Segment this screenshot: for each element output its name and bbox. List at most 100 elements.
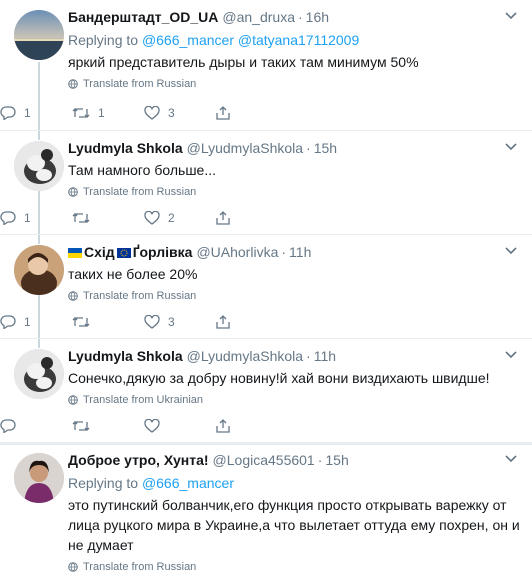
reply-icon [0, 315, 16, 329]
tweet-header: Схід Ґорлівка @UAhorlivka · 11h [68, 243, 520, 262]
retweet-button[interactable] [72, 211, 144, 225]
separator-dot: · [281, 244, 287, 260]
timestamp[interactable]: 11h [314, 347, 336, 366]
like-button[interactable] [144, 419, 216, 433]
share-button[interactable] [216, 106, 288, 120]
reply-button[interactable]: 1 [0, 106, 72, 120]
translate-link[interactable]: Translate from Russian [68, 186, 520, 198]
tweet[interactable]: Lyudmyla Shkola @LyudmylaShkola · 11h Со… [0, 339, 532, 439]
translate-label: Translate from Russian [83, 186, 197, 198]
display-name[interactable]: Lyudmyla Shkola [68, 139, 183, 158]
like-icon [144, 419, 160, 433]
display-name[interactable]: Lyudmyla Shkola [68, 347, 183, 366]
share-icon [216, 419, 230, 433]
translate-link[interactable]: Translate from Russian [68, 290, 520, 302]
user-handle[interactable]: @LyudmylaShkola [187, 347, 303, 366]
tweet[interactable]: Доброе утро, Хунта! @Logica455601 · 15h … [0, 445, 532, 573]
avatar[interactable] [14, 453, 64, 503]
like-count: 3 [168, 315, 175, 329]
tweet-text: Сонечко,дякую за добру новину!й хай вони… [68, 370, 490, 386]
separator-dot: · [297, 9, 303, 25]
user-handle[interactable]: @LyudmylaShkola [187, 139, 303, 158]
reply-count: 1 [24, 211, 31, 225]
avatar[interactable] [14, 10, 64, 60]
like-button[interactable]: 2 [144, 211, 216, 225]
timestamp[interactable]: 15h [325, 451, 348, 470]
tweet-text: яркий представитель дыры и таких там мин… [68, 54, 419, 70]
retweet-button[interactable] [72, 419, 144, 433]
avatar[interactable] [14, 349, 64, 399]
mention-link[interactable]: @666_mancer [142, 475, 234, 491]
tweet[interactable]: Lyudmyla Shkola @LyudmylaShkola · 15h Та… [0, 131, 532, 231]
retweet-icon [72, 108, 90, 118]
separator-dot: · [317, 452, 323, 468]
display-name[interactable]: Доброе утро, Хунта! [68, 451, 209, 470]
tweet[interactable]: Бандерштадт_OD_UA @an_druxa · 16h Replyi… [0, 0, 532, 130]
share-button[interactable] [216, 315, 288, 329]
like-count: 2 [168, 211, 175, 225]
share-button[interactable] [216, 419, 288, 433]
translate-link[interactable]: Translate from Ukrainian [68, 394, 520, 406]
tweet-text: таких не более 20% [68, 266, 198, 282]
translate-link[interactable]: Translate from Russian [68, 78, 520, 90]
ukraine-flag-icon [68, 247, 82, 258]
globe-icon [68, 187, 78, 197]
display-name[interactable]: Бандерштадт_OD_UA [68, 8, 218, 27]
globe-icon [68, 562, 78, 572]
display-name-part[interactable]: Ґорлівка [133, 243, 193, 262]
eu-flag-icon [116, 247, 131, 258]
like-button[interactable]: 3 [144, 106, 216, 120]
translate-label: Translate from Ukrainian [83, 394, 204, 406]
replying-to: Replying to @666_mancer [68, 474, 520, 493]
share-icon [216, 211, 230, 225]
like-icon [144, 315, 160, 329]
tweet-text: Там намного больше... [68, 162, 217, 178]
tweet-actions [0, 419, 520, 433]
retweet-icon [72, 213, 90, 223]
user-handle[interactable]: @an_druxa [222, 8, 295, 27]
share-button[interactable] [216, 211, 288, 225]
tweet[interactable]: Схід Ґорлівка @UAhorlivka · 11h таких не… [0, 235, 532, 335]
avatar[interactable] [14, 141, 64, 191]
globe-icon [68, 395, 78, 405]
timestamp[interactable]: 15h [314, 139, 337, 158]
avatar[interactable] [14, 245, 64, 295]
globe-icon [68, 291, 78, 301]
tweet-actions: 1 1 3 [0, 106, 520, 120]
timestamp[interactable]: 16h [306, 8, 329, 27]
share-icon [216, 315, 230, 329]
timestamp[interactable]: 11h [289, 243, 311, 262]
user-handle[interactable]: @Logica455601 [213, 451, 315, 470]
replying-to: Replying to @666_mancer @tatyana17112009 [68, 31, 520, 50]
separator-dot: · [306, 140, 311, 156]
tweet-actions: 1 2 [0, 211, 520, 225]
reply-icon [0, 211, 16, 225]
mention-link[interactable]: @666_mancer @tatyana17112009 [142, 32, 359, 48]
like-button[interactable]: 3 [144, 315, 216, 329]
reply-button[interactable] [0, 419, 72, 433]
reply-button[interactable]: 1 [0, 315, 72, 329]
reply-icon [0, 419, 16, 433]
chevron-down-icon[interactable] [504, 453, 518, 463]
replying-prefix: Replying to [68, 32, 139, 48]
user-handle[interactable]: @UAhorlivka [196, 243, 278, 262]
translate-label: Translate from Russian [83, 290, 197, 302]
tweet-header: Lyudmyla Shkola @LyudmylaShkola · 15h [68, 139, 520, 158]
retweet-count: 1 [98, 106, 105, 120]
chevron-down-icon[interactable] [504, 10, 518, 20]
tweet-header: Бандерштадт_OD_UA @an_druxa · 16h [68, 8, 520, 27]
tweet-actions: 1 3 [0, 315, 520, 329]
translate-link[interactable]: Translate from Russian [68, 561, 520, 573]
retweet-button[interactable]: 1 [72, 106, 144, 120]
separator-dot: · [306, 348, 311, 364]
chevron-down-icon[interactable] [504, 245, 518, 255]
retweet-button[interactable] [72, 315, 144, 329]
tweet-header: Доброе утро, Хунта! @Logica455601 · 15h [68, 451, 520, 470]
like-icon [144, 211, 160, 225]
reply-count: 1 [24, 315, 31, 329]
chevron-down-icon[interactable] [504, 141, 518, 151]
reply-button[interactable]: 1 [0, 211, 72, 225]
chevron-down-icon[interactable] [504, 349, 518, 359]
reply-count: 1 [24, 106, 31, 120]
display-name-part[interactable]: Схід [84, 243, 115, 262]
